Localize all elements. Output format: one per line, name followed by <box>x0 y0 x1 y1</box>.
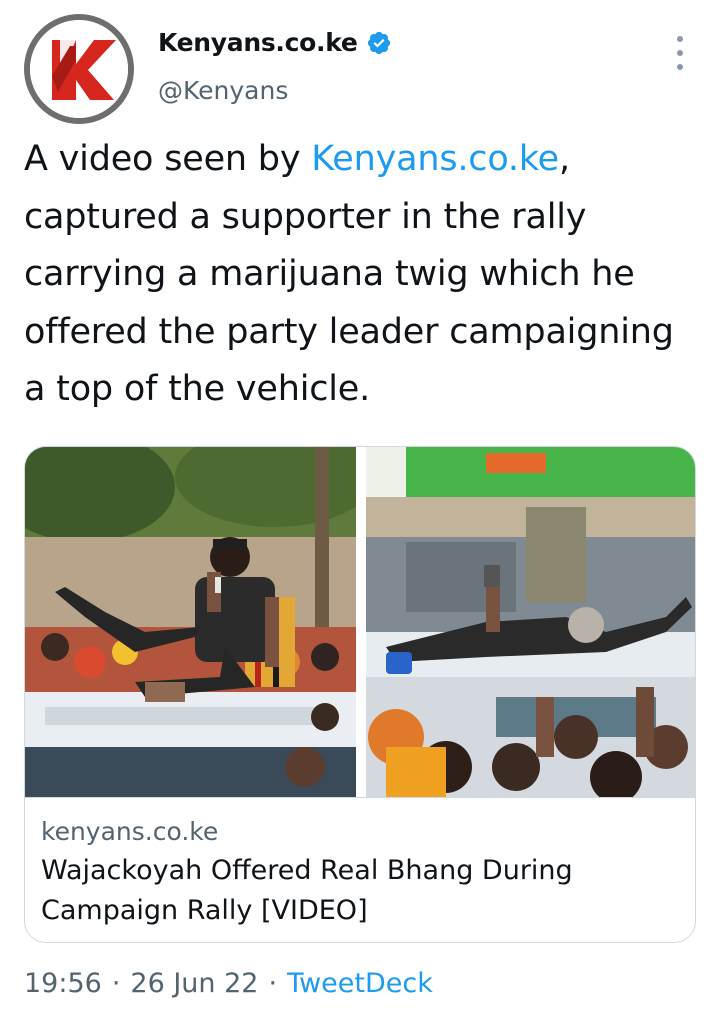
more-options-icon[interactable] <box>670 34 690 74</box>
tweet-header: Kenyans.co.ke @Kenyans <box>24 14 696 124</box>
verified-badge-icon <box>367 31 390 54</box>
meta-separator: · <box>111 968 121 999</box>
tweet-date[interactable]: 26 Jun 22 <box>130 968 258 999</box>
tweet-text-start: A video seen by <box>24 139 312 179</box>
kenyans-k-logo-icon <box>30 20 128 118</box>
meta-separator: · <box>268 968 278 999</box>
display-name[interactable]: Kenyans.co.ke <box>158 28 358 57</box>
card-title: Wajackoyah Offered Real Bhang During Cam… <box>41 855 573 926</box>
card-photo-right <box>366 447 695 797</box>
tweet-text-end: , captured a supporter in the rally carr… <box>24 139 674 409</box>
user-handle[interactable]: @Kenyans <box>158 76 288 105</box>
card-media <box>25 447 695 797</box>
tweet-time[interactable]: 19:56 <box>24 968 102 999</box>
name-row: Kenyans.co.ke <box>158 28 392 57</box>
avatar[interactable] <box>24 14 134 124</box>
card-photo-left <box>25 447 356 797</box>
card-domain: kenyans.co.ke <box>41 817 219 846</box>
tweet-source-link[interactable]: TweetDeck <box>287 968 433 999</box>
card-divider <box>25 797 695 798</box>
link-card[interactable]: kenyans.co.ke Wajackoyah Offered Real Bh… <box>24 446 696 943</box>
tweet-text: A video seen by Kenyans.co.ke, captured … <box>24 131 704 419</box>
tweet-link[interactable]: Kenyans.co.ke <box>311 139 559 179</box>
tweet-meta: 19:56 · 26 Jun 22 · TweetDeck <box>24 968 433 999</box>
